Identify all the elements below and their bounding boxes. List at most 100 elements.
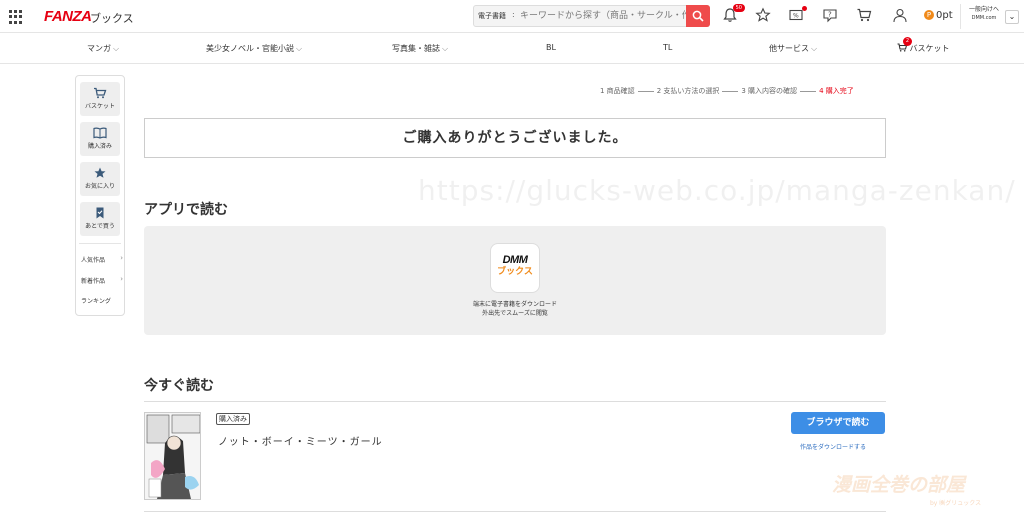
nav-item-novel[interactable]: 美少女ノベル・官能小説 ⌵ — [206, 43, 302, 54]
coupon-dot — [802, 6, 807, 11]
thanks-message: ご購入ありがとうございました。 — [402, 130, 628, 146]
favorites-button[interactable] — [755, 7, 773, 25]
sidebar-button-label: あとで買う — [85, 223, 115, 230]
nav-item-photobook[interactable]: 写真集・雑誌 ⌵ — [392, 43, 448, 54]
nav-item-tl[interactable]: TL — [663, 43, 672, 52]
step-connector — [722, 90, 739, 92]
step-4-current: 4 購入完了 — [819, 87, 854, 95]
section-divider — [144, 511, 886, 512]
chevron-right-icon: › — [120, 275, 123, 283]
search-category-select[interactable]: 電子書籍 — [478, 11, 506, 21]
chevron-down-icon[interactable]: ⌄ — [1005, 10, 1019, 24]
svg-text:%: % — [793, 13, 799, 20]
book-title[interactable]: ノット・ボーイ・ミーツ・ガール — [218, 433, 383, 448]
sidebar-buy-later-button[interactable]: あとで買う — [80, 202, 120, 236]
nav-item-label: 写真集・雑誌 — [392, 44, 440, 53]
sidebar: バスケット 購入済み お気に入り あとで買う 人気作品 › 新着作品 › ランキング — [75, 75, 125, 316]
step-2: 2 支払い方法の選択 — [656, 87, 720, 95]
cart-button[interactable] — [856, 7, 874, 25]
app-section-title: アプリで読む — [144, 202, 228, 218]
nav-item-label: TL — [663, 43, 673, 52]
nav-basket-label: バスケット — [909, 44, 950, 53]
svg-text:?: ? — [828, 11, 832, 19]
purchased-badge: 購入済み — [216, 413, 250, 425]
chevron-down-icon: ⌵ — [811, 44, 818, 53]
fanza-logo[interactable]: FANZA — [44, 8, 92, 25]
book-cover-illustration — [145, 413, 200, 499]
general-site-link[interactable]: 一般向けへ DMM.com — [966, 5, 1002, 23]
nav-item-label: マンガ — [87, 44, 111, 53]
app-description-1: 端末に電子書籍をダウンロード — [472, 301, 557, 308]
help-button[interactable]: ? — [822, 7, 840, 25]
nav-item-bl[interactable]: BL — [546, 43, 556, 52]
sidebar-purchased-button[interactable]: 購入済み — [80, 122, 120, 156]
general-site-domain: DMM.com — [971, 15, 997, 21]
step-1: 1 商品確認 — [600, 87, 635, 95]
sidebar-link-label: ランキング — [81, 298, 111, 305]
read-in-browser-button[interactable]: ブラウザで読む — [791, 412, 885, 434]
nav-item-label: 他サービス — [769, 44, 809, 53]
sidebar-link-popular[interactable]: 人気作品 › — [81, 254, 123, 264]
sidebar-link-new[interactable]: 新着作品 › — [81, 275, 123, 285]
category-nav: マンガ ⌵ 美少女ノベル・官能小説 ⌵ 写真集・雑誌 ⌵ BL TL 他サービス ⌵ 2… — [0, 34, 1024, 64]
logo-subtitle[interactable]: ブックス — [90, 10, 134, 26]
search-button[interactable] — [686, 5, 710, 27]
step-3: 3 購入内容の確認 — [741, 87, 798, 95]
watermark-url: https://glucks-web.co.jp/manga-zenkan/ — [418, 174, 1016, 207]
star-icon — [755, 7, 771, 22]
account-button[interactable] — [892, 7, 910, 25]
book-icon — [93, 127, 107, 139]
app-logo-line1: DMM — [502, 254, 528, 266]
header-divider — [960, 4, 961, 29]
help-icon: ? — [823, 9, 837, 23]
general-site-label: 一般向けへ — [968, 6, 999, 13]
sidebar-link-ranking[interactable]: ランキング — [81, 296, 123, 305]
section-divider — [144, 401, 886, 402]
nav-item-label: BL — [546, 43, 556, 52]
sidebar-basket-button[interactable]: バスケット — [80, 82, 120, 116]
sidebar-favorites-button[interactable]: お気に入り — [80, 162, 120, 196]
points-balance[interactable]: P 0pt — [924, 10, 953, 21]
top-header: FANZA ブックス 電子書籍 : 50 % ? P0pt 一般向けへ DMM.… — [0, 0, 1024, 33]
bookmark-check-icon — [96, 207, 104, 219]
coupon-button[interactable]: % — [788, 6, 807, 25]
chevron-right-icon: › — [120, 254, 123, 262]
notification-count-badge: 50 — [732, 4, 745, 12]
read-now-section-title: 今すぐ読む — [144, 378, 214, 394]
nav-item-manga[interactable]: マンガ ⌵ — [87, 43, 119, 54]
nav-item-label: 美少女ノベル・官能小説 — [206, 44, 294, 53]
chevron-down-icon: ⌵ — [113, 44, 120, 53]
chevron-down-icon: ⌵ — [442, 44, 449, 53]
apps-grid-icon[interactable] — [9, 10, 23, 24]
cart-icon — [857, 8, 872, 22]
app-logo-line2: ブックス — [497, 267, 533, 277]
step-connector — [637, 90, 654, 92]
cart-icon — [94, 87, 107, 99]
nav-basket[interactable]: 2 バスケット — [897, 37, 950, 54]
nav-item-other-services[interactable]: 他サービス ⌵ — [769, 43, 817, 54]
dmm-books-app-logo[interactable]: DMM ブックス — [490, 243, 540, 293]
watermark-logo-sub: by ㈱グリュックス — [930, 500, 982, 507]
app-section-box: DMM ブックス 端末に電子書籍をダウンロード 外出先でスムーズに閲覧 — [144, 226, 886, 335]
app-description-2: 外出先でスムーズに閲覧 — [482, 310, 548, 317]
points-value: 0pt — [936, 10, 953, 21]
book-cover-image[interactable] — [144, 412, 201, 500]
basket-count-badge: 2 — [903, 37, 912, 46]
sidebar-button-label: お気に入り — [84, 183, 115, 190]
chevron-down-icon: ⌵ — [296, 44, 303, 53]
search-input[interactable] — [520, 8, 686, 24]
search-bar: 電子書籍 : — [473, 5, 710, 27]
purchase-steps: 1 商品確認 2 支払い方法の選択 3 購入内容の確認 4 購入完了 — [600, 86, 854, 96]
user-icon — [893, 8, 907, 23]
sidebar-button-label: バスケット — [84, 103, 115, 110]
notification-button[interactable]: 50 — [722, 4, 745, 25]
sidebar-link-label: 人気作品 — [81, 257, 106, 264]
sidebar-divider — [79, 243, 121, 244]
points-coin-icon: P — [924, 10, 934, 20]
watermark-logo: 漫画全巻の部屋 — [832, 474, 966, 496]
sidebar-button-label: 購入済み — [87, 143, 112, 150]
download-work-link[interactable]: 作品をダウンロードする — [800, 442, 866, 451]
sidebar-link-label: 新着作品 — [81, 278, 106, 285]
star-icon — [94, 167, 106, 178]
step-connector — [800, 90, 817, 92]
